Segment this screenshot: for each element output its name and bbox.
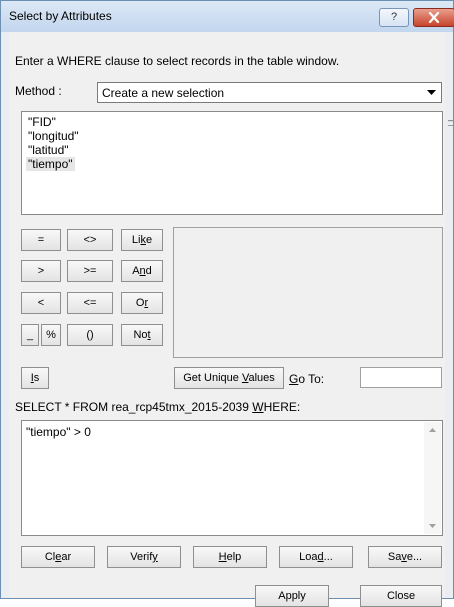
method-dropdown[interactable]: Create a new selection — [97, 82, 442, 103]
field-item-fid[interactable]: "FID" — [26, 115, 58, 129]
percent-button[interactable]: % — [41, 324, 61, 346]
scroll-down-icon[interactable] — [424, 517, 441, 534]
unique-values-list[interactable] — [173, 227, 443, 358]
get-unique-values-button[interactable]: Get Unique Values — [174, 367, 284, 389]
equals-button[interactable]: = — [21, 229, 61, 251]
where-expression-input[interactable]: "tiempo" > 0 — [21, 420, 443, 536]
less-than-button[interactable]: < — [21, 292, 61, 314]
select-clause-label: SELECT * FROM rea_rcp45tmx_2015-2039 WHE… — [15, 400, 301, 414]
load-button[interactable]: Load... — [279, 546, 353, 568]
dialog-body: Enter a WHERE clause to select records i… — [9, 32, 453, 607]
expression-text: "tiempo" > 0 — [26, 425, 91, 439]
method-label: Method : — [15, 84, 62, 98]
goto-input[interactable] — [360, 367, 442, 388]
not-button[interactable]: Not — [121, 324, 163, 346]
like-button[interactable]: Like — [121, 229, 163, 251]
parentheses-button[interactable]: () — [67, 324, 113, 346]
field-item-tiempo[interactable]: "tiempo" — [26, 157, 75, 171]
select-by-attributes-dialog: Select by Attributes ? Enter a WHERE cla… — [0, 0, 454, 607]
close-button[interactable]: Close — [360, 585, 442, 607]
less-equal-button[interactable]: <= — [67, 292, 113, 314]
resize-grip-icon[interactable]: – ¯ — [448, 116, 453, 134]
field-item-latitud[interactable]: "latitud" — [26, 143, 71, 157]
method-value: Create a new selection — [102, 86, 225, 100]
title-bar: Select by Attributes ? — [1, 1, 454, 32]
expression-scrollbar[interactable] — [424, 422, 441, 534]
instruction-text: Enter a WHERE clause to select records i… — [15, 54, 340, 68]
goto-label: Go To: — [289, 372, 325, 386]
greater-than-button[interactable]: > — [21, 260, 61, 282]
title-help-button[interactable]: ? — [379, 8, 409, 27]
clear-button[interactable]: Clear — [21, 546, 95, 568]
and-button[interactable]: And — [121, 260, 163, 282]
close-icon — [428, 12, 440, 23]
apply-button[interactable]: Apply — [255, 585, 329, 607]
is-button[interactable]: Is — [21, 367, 49, 389]
save-button[interactable]: Save... — [368, 546, 442, 568]
chevron-down-icon[interactable] — [423, 84, 440, 101]
title-close-button[interactable] — [413, 8, 454, 27]
scroll-up-icon[interactable] — [424, 422, 441, 439]
verify-button[interactable]: Verify — [107, 546, 181, 568]
field-item-longitud[interactable]: "longitud" — [26, 129, 81, 143]
greater-equal-button[interactable]: >= — [67, 260, 113, 282]
not-equals-button[interactable]: <> — [67, 229, 113, 251]
underscore-button[interactable]: _ — [21, 324, 39, 346]
or-button[interactable]: Or — [121, 292, 163, 314]
fields-list[interactable]: "FID" "longitud" "latitud" "tiempo" — [21, 111, 443, 215]
help-button[interactable]: Help — [193, 546, 267, 568]
dialog-title: Select by Attributes — [9, 9, 112, 23]
